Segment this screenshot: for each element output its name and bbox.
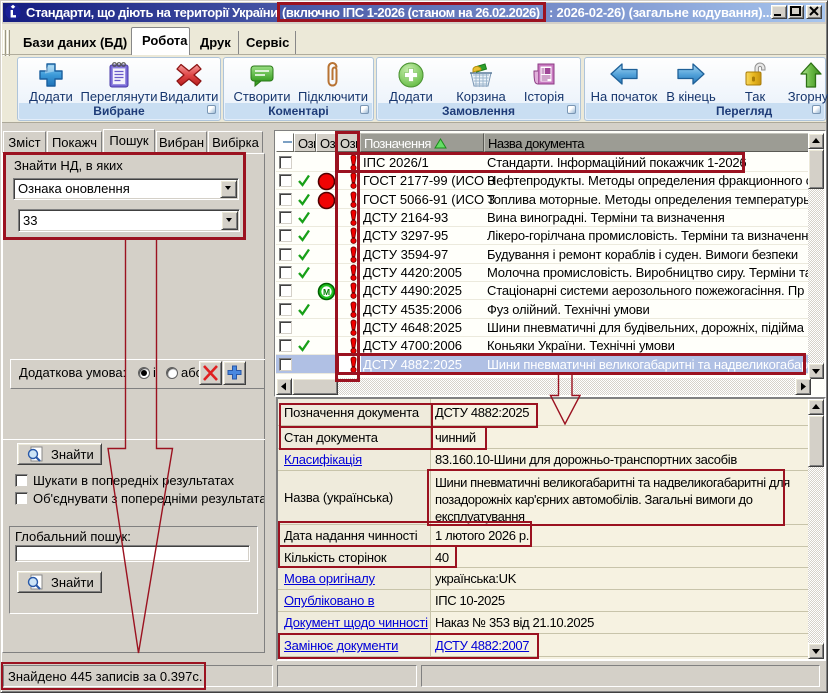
svg-text:М: М bbox=[323, 287, 330, 297]
